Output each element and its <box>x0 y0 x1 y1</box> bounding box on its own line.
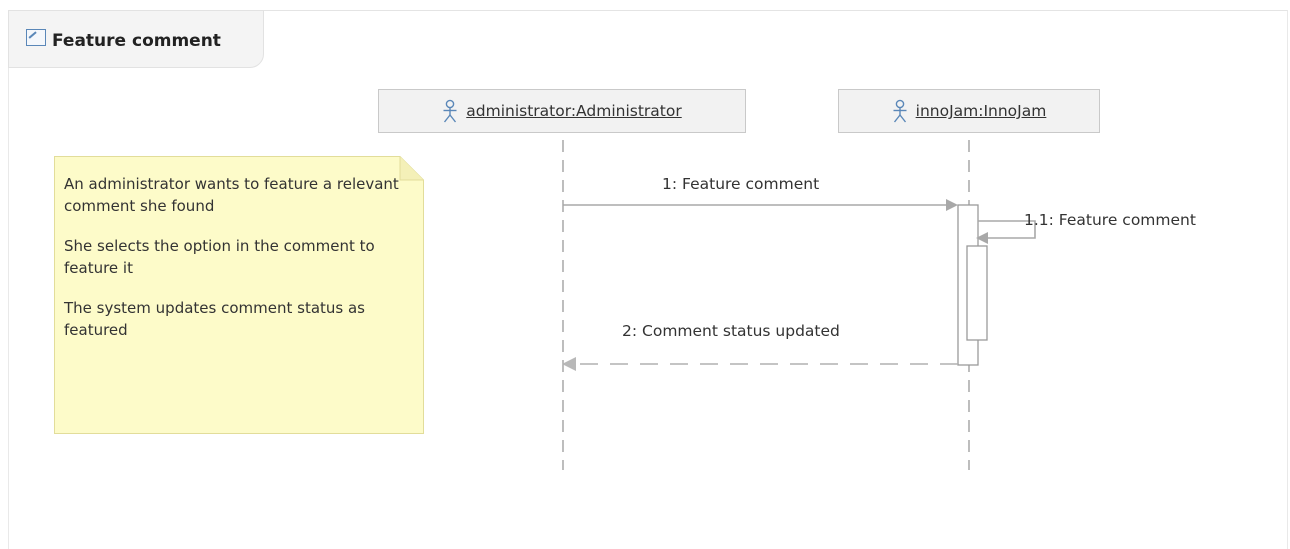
actor-icon <box>443 99 457 123</box>
lifeline-administrator-name: administrator:Administrator <box>466 102 682 120</box>
activation-bar-nested <box>966 245 988 341</box>
actor-icon <box>893 99 907 123</box>
note-paragraph: She selects the option in the comment to… <box>64 237 375 277</box>
message-2-arrowhead <box>562 357 576 371</box>
comment-note[interactable]: An administrator wants to feature a rele… <box>54 156 424 434</box>
message-1-1-label: 1.1: Feature comment <box>1024 211 1196 229</box>
message-2-label: 2: Comment status updated <box>622 322 840 340</box>
message-1-arrowhead <box>946 199 958 211</box>
lifeline-innojam[interactable]: innoJam:InnoJam <box>838 89 1100 133</box>
lifeline-administrator[interactable]: administrator:Administrator <box>378 89 746 133</box>
note-text: An administrator wants to feature a rele… <box>64 173 404 359</box>
message-1-label: 1: Feature comment <box>662 175 820 193</box>
lifeline-innojam-name: innoJam:InnoJam <box>915 102 1047 120</box>
note-paragraph: The system updates comment status as fea… <box>64 299 365 339</box>
note-paragraph: An administrator wants to feature a rele… <box>64 175 399 215</box>
